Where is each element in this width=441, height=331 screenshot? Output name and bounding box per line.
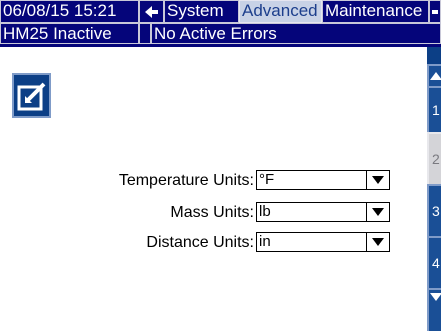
back-button[interactable] <box>139 0 164 23</box>
scroll-up-icon <box>430 72 441 80</box>
tab-maintenance[interactable]: Maintenance <box>322 0 429 23</box>
distance-units-row: Distance Units: in <box>0 232 400 254</box>
distance-dropdown-arrow-icon[interactable] <box>366 233 389 251</box>
page-sidebar: 1 2 3 4 <box>427 47 441 331</box>
error-status: No Active Errors <box>151 23 441 44</box>
mass-units-label: Mass Units: <box>170 204 254 221</box>
sidebar-page-1[interactable]: 1 <box>427 86 441 132</box>
scroll-up-button[interactable] <box>427 64 441 86</box>
distance-units-label: Distance Units: <box>146 234 254 251</box>
edit-button[interactable] <box>12 73 51 118</box>
mass-dropdown-arrow-icon[interactable] <box>366 203 389 221</box>
temperature-units-row: Temperature Units: °F <box>0 170 400 192</box>
status-indicator: HM25 Inactive <box>0 23 139 44</box>
scroll-down-icon <box>430 293 441 301</box>
temperature-units-label: Temperature Units: <box>118 172 254 189</box>
temperature-dropdown-arrow-icon[interactable] <box>366 171 389 189</box>
mass-units-value: lb <box>259 203 271 220</box>
tab-scroll-right-button[interactable] <box>429 0 441 23</box>
scroll-down-button[interactable] <box>427 288 441 331</box>
tab-system[interactable]: System <box>164 0 239 23</box>
back-arrow-icon <box>145 5 158 18</box>
distance-units-value: in <box>259 233 271 250</box>
datetime-display: 06/08/15 15:21 <box>0 0 139 23</box>
tab-advanced[interactable]: Advanced <box>239 0 322 23</box>
mass-units-select[interactable]: lb <box>256 202 390 222</box>
sidebar-page-2[interactable]: 2 <box>427 132 441 184</box>
temperature-units-value: °F <box>259 171 275 188</box>
temperature-units-select[interactable]: °F <box>256 170 390 190</box>
top-bar: 06/08/15 15:21 System Advanced Maintenan… <box>0 0 441 47</box>
next-icon <box>432 9 438 14</box>
sidebar-page-4[interactable]: 4 <box>427 236 441 288</box>
edit-icon <box>17 82 45 110</box>
mass-units-row: Mass Units: lb <box>0 202 400 224</box>
distance-units-select[interactable]: in <box>256 232 390 252</box>
status-spacer <box>139 23 151 44</box>
sidebar-page-3[interactable]: 3 <box>427 184 441 236</box>
